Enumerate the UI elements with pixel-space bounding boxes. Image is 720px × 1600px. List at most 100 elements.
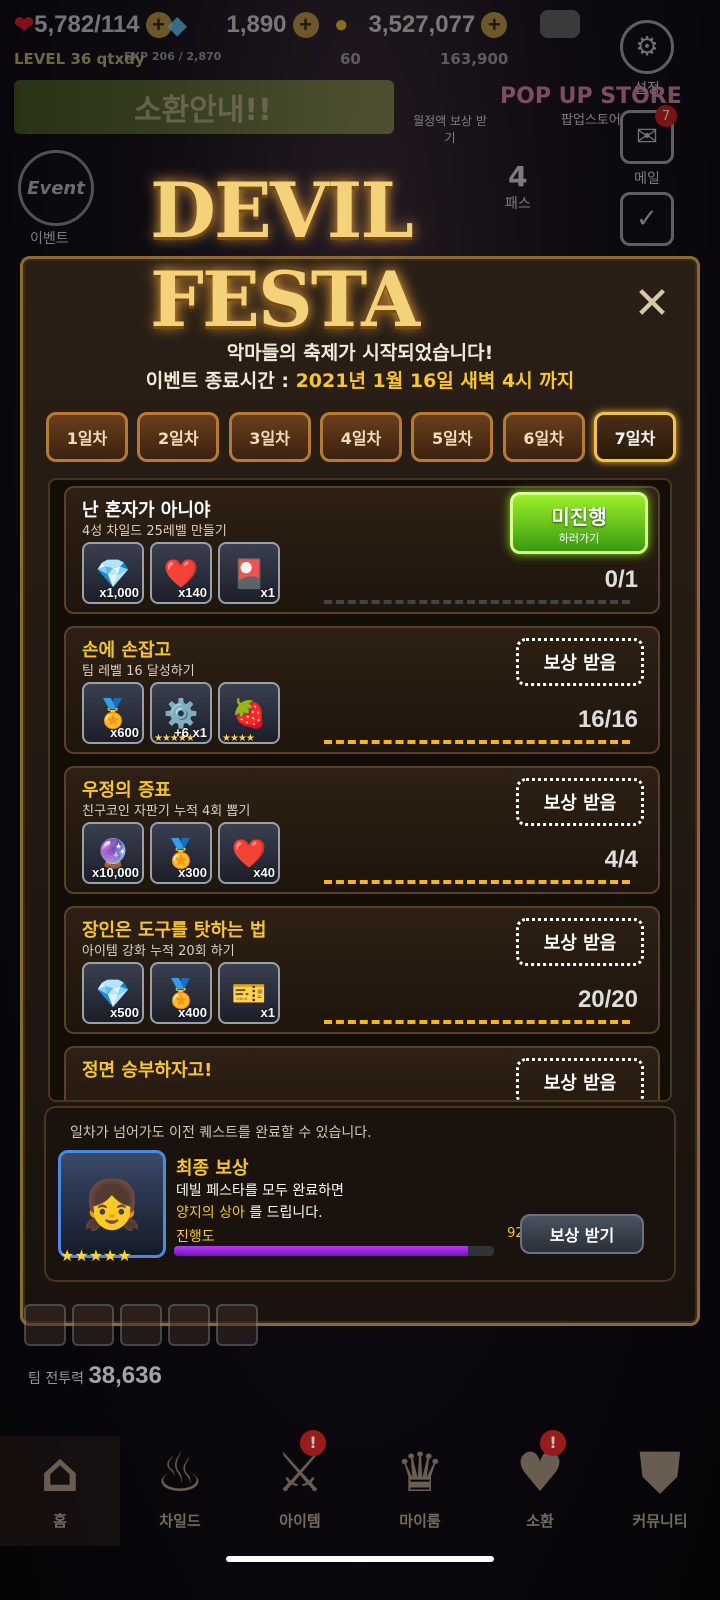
event-end-time: 이벤트 종료시간 : 2021년 1월 16일 새벽 4시 까지 — [145, 370, 575, 392]
quest-progress: 16/16 — [577, 706, 638, 733]
flame-icon: ♨ — [155, 1441, 205, 1504]
quest-item: 우정의 증표 친구코인 자판기 누적 4회 뽑기 🔮 x10,000 🏅 x300 … — [64, 766, 660, 894]
reward-item[interactable]: 🎫 x1 — [218, 962, 280, 1024]
add-gold-button[interactable]: + — [481, 12, 508, 38]
quest-desc: 4성 차일드 25레벨 만들기 — [82, 524, 227, 539]
quest-list[interactable]: 난 혼자가 아니야 4성 차일드 25레벨 만들기 💎 x1,000 ❤️ x140… — [48, 478, 672, 1102]
gold-icon: ● — [334, 11, 349, 38]
nav-child[interactable]: ♨ 차일드 — [120, 1436, 240, 1546]
quest-progress: 4/4 — [604, 846, 638, 873]
tab-day-7[interactable]: 7일차 — [593, 412, 676, 462]
quest-title: 난 혼자가 아니야 — [82, 500, 211, 521]
final-reward-portrait[interactable]: 👧 — [58, 1150, 166, 1258]
quest-item: 정면 승부하자고! 보상 받음 — [64, 1046, 660, 1100]
close-icon[interactable]: ✕ — [630, 282, 674, 328]
final-progress-bar — [174, 1246, 494, 1256]
crown-icon: ♛ — [395, 1441, 445, 1504]
home-icon: ⌂ — [40, 1441, 80, 1504]
claim-final-reward-button[interactable]: 보상 받기 — [520, 1214, 644, 1254]
team-slot[interactable] — [216, 1304, 258, 1346]
tab-day-5[interactable]: 5일차 — [411, 412, 494, 462]
event-icon[interactable]: Event — [18, 150, 94, 226]
heart-icon: ❤ — [14, 11, 35, 39]
tab-day-1[interactable]: 1일차 — [46, 412, 128, 462]
mission-button[interactable]: ✓ — [620, 192, 674, 250]
reward-item[interactable]: 🏅 x300 — [150, 822, 212, 884]
team-slots — [24, 1304, 258, 1346]
quest-progress-bar — [324, 880, 630, 884]
reward-item[interactable]: 💎 x500 — [82, 962, 144, 1024]
summon-banner[interactable]: 소환안내!! — [14, 80, 394, 134]
popup-store-button[interactable]: POP UP STORE 팝업스토어 — [500, 84, 682, 128]
event-subtitle: 악마들의 축제가 시작되었습니다! — [226, 342, 494, 364]
popup-store-logo: POP UP STORE — [500, 84, 682, 109]
day-tabs: 1일차 2일차 3일차 4일차 5일차 6일차 7일차 — [46, 412, 676, 464]
team-slot[interactable] — [24, 1304, 66, 1346]
tab-day-6[interactable]: 6일차 — [502, 412, 585, 462]
final-reward-section: 일차가 넘어가도 이전 퀘스트를 완료할 수 있습니다. 👧 ★★★★★ 최종 … — [44, 1106, 676, 1282]
gems-counter[interactable]: ◆ 1,890 + — [168, 8, 319, 42]
nav-myroom[interactable]: ♛ 마이룸 — [360, 1436, 480, 1546]
quest-title: 장인은 도구를 탓하는 법 — [82, 920, 267, 941]
home-indicator[interactable] — [226, 1556, 494, 1562]
quest-progress: 20/20 — [577, 986, 638, 1013]
gem-icon: ◆ — [168, 11, 187, 39]
final-reward-desc-2: 양지의 상아 를 드립니다. — [176, 1205, 323, 1221]
nav-home[interactable]: ⌂ 홈 — [0, 1436, 120, 1546]
final-note: 일차가 넘어가도 이전 퀘스트를 완료할 수 있습니다. — [70, 1125, 372, 1141]
tab-day-4[interactable]: 4일차 — [319, 412, 402, 462]
gold-counter[interactable]: ● 3,527,077 + — [334, 8, 508, 42]
add-gems-button[interactable]: + — [292, 12, 319, 38]
reward-item[interactable]: 🏅 x400 — [150, 962, 212, 1024]
star-rating: ★★★★ — [222, 733, 255, 744]
quest-item: 장인은 도구를 탓하는 법 아이템 강화 누적 20회 하기 💎 x500 🏅 x4… — [64, 906, 660, 1034]
team-slot[interactable] — [168, 1304, 210, 1346]
reward-item[interactable]: 🎴 x1 — [218, 542, 280, 604]
reward-claimed-button[interactable]: 보상 받음 — [516, 638, 644, 686]
chat-icon[interactable] — [540, 10, 580, 38]
check-icon: ✓ — [620, 192, 674, 246]
tab-day-2[interactable]: 2일차 — [137, 412, 220, 462]
team-slot[interactable] — [72, 1304, 114, 1346]
nav-summon[interactable]: ! ♥ 소환 — [480, 1430, 600, 1546]
alert-badge: ! — [540, 1430, 566, 1456]
reward-item[interactable]: ❤️ x40 — [218, 822, 280, 884]
nav-item[interactable]: ! ⚔ 아이템 — [240, 1430, 360, 1546]
resource-5: 163,900 — [440, 50, 509, 68]
hearts-counter[interactable]: ❤ 5,782/114 + — [14, 8, 172, 42]
final-progress-fill — [174, 1246, 469, 1256]
team-slot[interactable] — [120, 1304, 162, 1346]
reward-item[interactable]: 💎 x1,000 — [82, 542, 144, 604]
final-reward-desc: 데빌 페스타를 모두 완료하면 — [176, 1183, 344, 1199]
exp-text: EXP 206 / 2,870 — [124, 50, 222, 63]
team-power: 팀 전투력 38,636 — [28, 1362, 162, 1389]
quest-item: 손에 손잡고 팀 레벨 16 달성하기 🏅 x600 ⚙️ +6 x1 ★★★★★ 🍓… — [64, 626, 660, 754]
reward-item[interactable]: 🔮 x10,000 — [82, 822, 144, 884]
top-hud: ❤ 5,782/114 + ◆ 1,890 + ● 3,527,077 + LEVEL 36… — [0, 0, 720, 80]
resource-4: 60 — [340, 50, 361, 68]
reward-claimed-button[interactable]: 보상 받음 — [516, 778, 644, 826]
star-rating: ★★★★★ — [154, 733, 195, 744]
final-reward-title: 최종 보상 — [176, 1158, 249, 1179]
reward-item[interactable]: 🏅 x600 — [82, 682, 144, 744]
reward-claimed-button[interactable]: 보상 받음 — [516, 1058, 644, 1100]
go-quest-button[interactable]: 미진행 하러가기 — [510, 492, 648, 554]
reward-receive-button[interactable]: 월정액 보상 받기 — [410, 112, 490, 146]
tab-day-3[interactable]: 3일차 — [228, 412, 311, 462]
quest-progress-bar — [324, 1020, 630, 1024]
progress-label: 진행도 — [176, 1229, 215, 1245]
bottom-nav: ⌂ 홈 ♨ 차일드 ! ⚔ 아이템 ♛ 마이룸 ! ♥ 소환 ⛊ 커뮤니티 — [0, 1430, 720, 1546]
reward-claimed-button[interactable]: 보상 받음 — [516, 918, 644, 966]
devil-festa-logo: DEVIL FESTA — [150, 166, 420, 344]
gear-icon: ⚙ — [620, 20, 674, 74]
quest-progress-bar — [324, 600, 630, 604]
reward-item[interactable]: ❤️ x140 — [150, 542, 212, 604]
quest-desc: 아이템 강화 누적 20회 하기 — [82, 944, 235, 959]
star-rating: ★★★★★ — [60, 1246, 132, 1265]
reward-item[interactable]: 🍓 ★★★★ — [218, 682, 280, 744]
reward-item[interactable]: ⚙️ +6 x1 ★★★★★ — [150, 682, 212, 744]
nav-community[interactable]: ⛊ 커뮤니티 — [600, 1436, 720, 1546]
quest-desc: 친구코인 자판기 누적 4회 뽑기 — [82, 804, 251, 819]
quest-desc: 팀 레벨 16 달성하기 — [82, 664, 195, 679]
quest-progress: 0/1 — [604, 566, 638, 593]
